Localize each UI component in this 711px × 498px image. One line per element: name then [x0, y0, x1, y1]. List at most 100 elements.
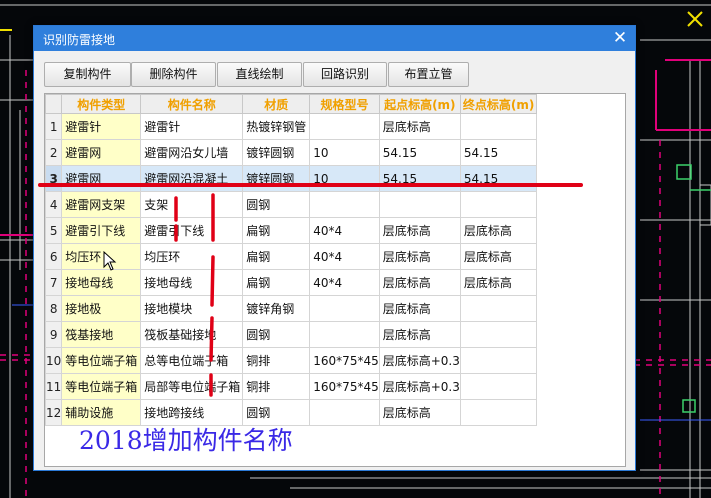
cell-material[interactable]: 扁钢 [242, 243, 311, 270]
cell-component-name[interactable]: 避雷网沿混凝土 [140, 165, 244, 192]
cell-component-type[interactable]: 避雷网 [61, 165, 142, 192]
table-row[interactable]: 9 筏基接地 筏板基础接地 圆钢 层底标高 [45, 321, 538, 348]
component-grid[interactable]: 构件类型 构件名称 材质 规格型号 起点标高(m) 终点标高(m) 1 避雷针 避雷针 热镀锌钢… [44, 93, 626, 467]
cell-row-number[interactable]: 1 [45, 113, 63, 140]
cell-spec-model[interactable] [309, 295, 380, 322]
cell-spec-model[interactable]: 40*4 [309, 217, 380, 244]
cell-row-number[interactable]: 12 [45, 399, 63, 426]
cell-start-elevation[interactable]: 层底标高+0.3 [378, 373, 461, 400]
cell-row-number[interactable]: 2 [45, 139, 63, 166]
cell-material[interactable]: 热镀锌钢管 [242, 113, 311, 140]
cell-material[interactable]: 扁钢 [242, 269, 311, 296]
column-header-start-elevation[interactable]: 起点标高(m) [378, 94, 461, 114]
cell-row-number[interactable]: 11 [45, 373, 63, 400]
cell-material[interactable]: 铜排 [242, 373, 311, 400]
table-row[interactable]: 2 避雷网 避雷网沿女儿墙 镀锌圆钢 10 54.15 54.15 [45, 139, 538, 166]
cell-spec-model[interactable]: 40*4 [309, 269, 380, 296]
cell-spec-model[interactable]: 10 [309, 139, 380, 166]
cell-row-number[interactable]: 8 [45, 295, 63, 322]
cell-end-elevation[interactable]: 层底标高 [459, 217, 538, 244]
cell-end-elevation[interactable] [459, 191, 538, 218]
cell-row-number[interactable]: 10 [45, 347, 63, 374]
column-header-row-number[interactable] [45, 94, 63, 114]
cell-end-elevation[interactable] [459, 113, 538, 140]
copy-component-button[interactable]: 复制构件 [44, 62, 131, 87]
cell-material[interactable]: 镀锌角钢 [242, 295, 311, 322]
column-header-material[interactable]: 材质 [242, 94, 311, 114]
cell-component-name[interactable]: 接地模块 [140, 295, 244, 322]
cell-start-elevation[interactable]: 层底标高 [378, 243, 461, 270]
cell-material[interactable]: 镀锌圆钢 [242, 165, 311, 192]
loop-recognition-button[interactable]: 回路识别 [303, 62, 387, 87]
cell-component-name[interactable]: 筏板基础接地 [140, 321, 244, 348]
column-header-component-type[interactable]: 构件类型 [61, 94, 142, 114]
cell-start-elevation[interactable]: 54.15 [378, 165, 461, 192]
cell-component-name[interactable]: 支架 [140, 191, 244, 218]
cell-start-elevation[interactable]: 层底标高 [378, 269, 461, 296]
cell-row-number[interactable]: 7 [45, 269, 63, 296]
cell-start-elevation[interactable]: 层底标高 [378, 399, 461, 426]
cell-row-number[interactable]: 5 [45, 217, 63, 244]
cell-component-name[interactable]: 总等电位端子箱 [140, 347, 244, 374]
table-row[interactable]: 4 避雷网支架 支架 圆钢 [45, 191, 538, 218]
table-row[interactable]: 8 接地极 接地模块 镀锌角钢 层底标高 [45, 295, 538, 322]
cell-component-type[interactable]: 避雷网 [61, 139, 142, 166]
cell-component-type[interactable]: 避雷针 [61, 113, 142, 140]
cell-component-name[interactable]: 接地母线 [140, 269, 244, 296]
cell-component-type[interactable]: 等电位端子箱 [61, 347, 142, 374]
cell-row-number[interactable]: 6 [45, 243, 63, 270]
cell-material[interactable]: 镀锌圆钢 [242, 139, 311, 166]
cell-component-type[interactable]: 接地母线 [61, 269, 142, 296]
column-header-component-name[interactable]: 构件名称 [140, 94, 244, 114]
place-riser-button[interactable]: 布置立管 [388, 62, 469, 87]
cell-spec-model[interactable]: 10 [309, 165, 380, 192]
cell-row-number[interactable]: 9 [45, 321, 63, 348]
cell-component-name[interactable]: 均压环 [140, 243, 244, 270]
cell-end-elevation[interactable]: 54.15 [459, 139, 538, 166]
cell-component-type[interactable]: 等电位端子箱 [61, 373, 142, 400]
cell-end-elevation[interactable] [459, 295, 538, 322]
cell-component-type[interactable]: 均压环 [61, 243, 142, 270]
cell-end-elevation[interactable] [459, 373, 538, 400]
cell-component-type[interactable]: 筏基接地 [61, 321, 142, 348]
cell-start-elevation[interactable] [378, 191, 461, 218]
cell-material[interactable]: 圆钢 [242, 191, 311, 218]
cell-material[interactable]: 扁钢 [242, 217, 311, 244]
cell-spec-model[interactable] [309, 399, 380, 426]
cell-spec-model[interactable]: 40*4 [309, 243, 380, 270]
cell-end-elevation[interactable] [459, 321, 538, 348]
cell-spec-model[interactable] [309, 191, 380, 218]
cell-end-elevation[interactable] [459, 347, 538, 374]
cell-end-elevation[interactable]: 54.15 [459, 165, 538, 192]
cell-material[interactable]: 铜排 [242, 347, 311, 374]
cell-spec-model[interactable] [309, 321, 380, 348]
cell-component-name[interactable]: 避雷引下线 [140, 217, 244, 244]
cell-start-elevation[interactable]: 54.15 [378, 139, 461, 166]
cell-spec-model[interactable] [309, 113, 380, 140]
dialog-titlebar[interactable]: 识别防雷接地 ✕ [34, 26, 635, 51]
table-row[interactable]: 3 避雷网 避雷网沿混凝土 镀锌圆钢 10 54.15 54.15 [45, 165, 538, 192]
delete-component-button[interactable]: 删除构件 [131, 62, 216, 87]
table-row[interactable]: 11 等电位端子箱 局部等电位端子箱 铜排 160*75*45 层底标高+0.3 [45, 373, 538, 400]
table-row[interactable]: 7 接地母线 接地母线 扁钢 40*4 层底标高 层底标高 [45, 269, 538, 296]
cell-row-number[interactable]: 4 [45, 191, 63, 218]
cell-end-elevation[interactable]: 层底标高 [459, 243, 538, 270]
table-row[interactable]: 1 避雷针 避雷针 热镀锌钢管 层底标高 [45, 113, 538, 140]
cell-component-name[interactable]: 避雷网沿女儿墙 [140, 139, 244, 166]
cell-row-number[interactable]: 3 [45, 165, 63, 192]
draw-line-button[interactable]: 直线绘制 [217, 62, 302, 87]
column-header-end-elevation[interactable]: 终点标高(m) [459, 94, 538, 114]
table-row[interactable]: 6 均压环 均压环 扁钢 40*4 层底标高 层底标高 [45, 243, 538, 270]
cell-spec-model[interactable]: 160*75*45 [309, 347, 380, 374]
cell-start-elevation[interactable]: 层底标高+0.3 [378, 347, 461, 374]
cell-spec-model[interactable]: 160*75*45 [309, 373, 380, 400]
cell-component-type[interactable]: 避雷引下线 [61, 217, 142, 244]
close-icon[interactable]: ✕ [611, 29, 629, 47]
cell-end-elevation[interactable] [459, 399, 538, 426]
cell-component-type[interactable]: 接地极 [61, 295, 142, 322]
cell-end-elevation[interactable]: 层底标高 [459, 269, 538, 296]
table-row[interactable]: 10 等电位端子箱 总等电位端子箱 铜排 160*75*45 层底标高+0.3 [45, 347, 538, 374]
cell-start-elevation[interactable]: 层底标高 [378, 113, 461, 140]
cell-component-name[interactable]: 避雷针 [140, 113, 244, 140]
cell-start-elevation[interactable]: 层底标高 [378, 295, 461, 322]
